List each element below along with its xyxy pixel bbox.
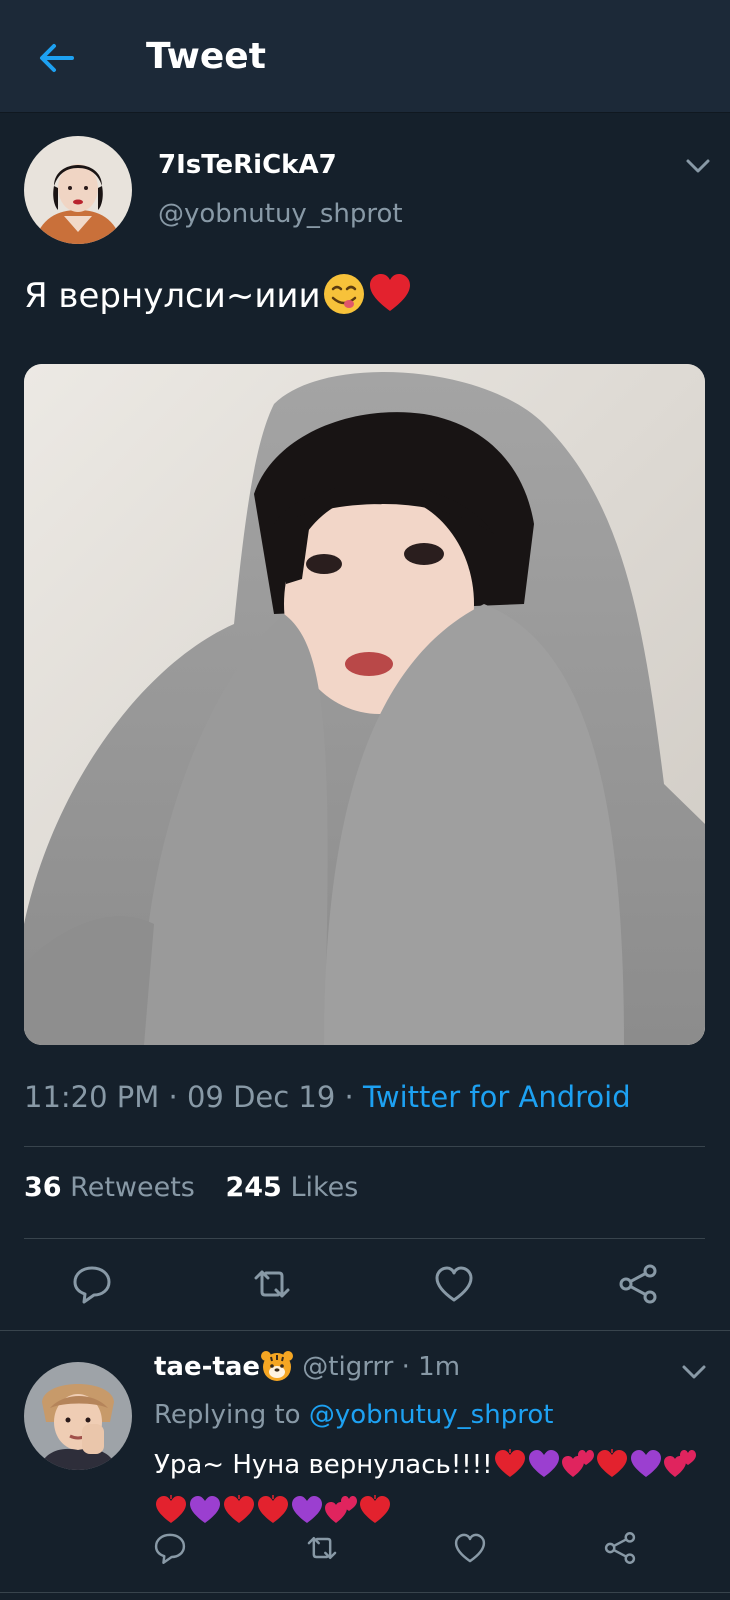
tweet-time: 11:20 PM bbox=[24, 1080, 160, 1114]
divider bbox=[24, 1146, 705, 1147]
author-display-name[interactable]: 7IsTeRiCkA7 bbox=[158, 150, 337, 180]
reply-handle[interactable]: @tigrrr bbox=[302, 1352, 393, 1382]
replying-to-mention[interactable]: @yobnutuy_shprot bbox=[309, 1400, 554, 1430]
likes-count[interactable]: 245 bbox=[225, 1172, 281, 1203]
tweet-photo[interactable] bbox=[24, 364, 705, 1045]
reply-text: Ура~ Нуна вернулась!!!! bbox=[154, 1442, 714, 1534]
back-arrow-icon[interactable] bbox=[36, 38, 76, 78]
engagement-stats: 36 Retweets 245 Likes bbox=[24, 1172, 358, 1203]
tweet-date: 09 Dec 19 bbox=[186, 1080, 336, 1114]
purple-heart-emoji bbox=[527, 1447, 561, 1481]
separator-dot: · bbox=[159, 1080, 187, 1114]
retweets-count[interactable]: 36 bbox=[24, 1172, 62, 1203]
tweet-timestamp-row: 11:20 PM · 09 Dec 19 · Twitter for Andro… bbox=[24, 1080, 631, 1114]
red-heart-emoji bbox=[367, 271, 413, 317]
reply-icon[interactable] bbox=[152, 1530, 188, 1566]
reply-header: tae-tae @tigrrr · 1m bbox=[154, 1349, 461, 1383]
share-icon[interactable] bbox=[602, 1530, 638, 1566]
retweet-icon[interactable] bbox=[304, 1530, 340, 1566]
red-heart-emoji bbox=[222, 1493, 256, 1527]
reply-author-avatar[interactable] bbox=[24, 1362, 132, 1470]
yum-face-emoji bbox=[321, 271, 367, 317]
separator-dot: · bbox=[393, 1352, 419, 1382]
share-icon[interactable] bbox=[616, 1262, 660, 1306]
divider bbox=[0, 1330, 730, 1331]
like-icon[interactable] bbox=[452, 1530, 488, 1566]
replying-to-label: Replying to bbox=[154, 1400, 301, 1430]
red-heart-emoji bbox=[256, 1493, 290, 1527]
like-icon[interactable] bbox=[432, 1262, 476, 1306]
reply-time: 1m bbox=[418, 1352, 461, 1382]
purple-heart-emoji bbox=[629, 1447, 663, 1481]
reply-text-content: Ура~ Нуна вернулась!!!! bbox=[154, 1450, 493, 1480]
likes-label[interactable]: Likes bbox=[290, 1172, 358, 1203]
replying-to-line: Replying to @yobnutuy_shprot bbox=[154, 1400, 553, 1430]
red-heart-emoji bbox=[358, 1493, 392, 1527]
divider bbox=[0, 1592, 730, 1593]
top-app-bar: Tweet bbox=[0, 0, 730, 113]
chevron-down-icon[interactable] bbox=[684, 152, 712, 180]
author-avatar[interactable] bbox=[24, 136, 132, 244]
author-handle[interactable]: @yobnutuy_shprot bbox=[158, 199, 403, 229]
tiger-face-emoji bbox=[260, 1349, 294, 1383]
separator-dot: · bbox=[335, 1080, 363, 1114]
page-title: Tweet bbox=[146, 36, 266, 77]
purple-heart-emoji bbox=[290, 1493, 324, 1527]
two-hearts-emoji bbox=[324, 1493, 358, 1527]
red-heart-emoji bbox=[154, 1493, 188, 1527]
two-hearts-emoji bbox=[663, 1447, 697, 1481]
tweet-text: Я вернулси~иии bbox=[24, 273, 413, 317]
tweet-source-link[interactable]: Twitter for Android bbox=[363, 1080, 631, 1114]
tweet-detail-screen: Tweet 7IsTeRiCkA7 @yobnutuy_shprot Я вер… bbox=[0, 0, 730, 1600]
retweet-icon[interactable] bbox=[250, 1262, 294, 1306]
red-heart-emoji bbox=[595, 1447, 629, 1481]
retweets-label[interactable]: Retweets bbox=[70, 1172, 195, 1203]
divider bbox=[24, 1238, 705, 1239]
reply-icon[interactable] bbox=[70, 1262, 114, 1306]
reply-display-name[interactable]: tae-tae bbox=[154, 1352, 260, 1382]
chevron-down-icon[interactable] bbox=[680, 1358, 708, 1386]
red-heart-emoji bbox=[493, 1447, 527, 1481]
purple-heart-emoji bbox=[188, 1493, 222, 1527]
two-hearts-emoji bbox=[561, 1447, 595, 1481]
tweet-text-content: Я вернулси~иии bbox=[24, 276, 321, 316]
